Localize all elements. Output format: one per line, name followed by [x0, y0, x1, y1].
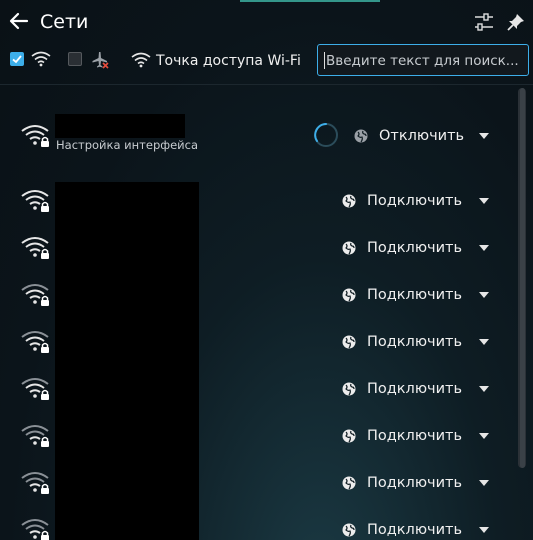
hotspot-icon — [131, 52, 151, 68]
airplane-mode-checkbox[interactable] — [68, 52, 82, 66]
scrollbar-handle[interactable] — [520, 88, 525, 468]
divider — [0, 84, 533, 85]
connect-button[interactable]: Подключить — [342, 473, 462, 493]
spinner-icon — [314, 123, 338, 147]
chevron-down-icon[interactable] — [479, 133, 489, 139]
network-row[interactable]: Подключить — [0, 506, 514, 540]
wifi-locked-icon — [21, 237, 49, 259]
chevron-down-icon[interactable] — [479, 386, 489, 392]
connect-button[interactable]: Подключить — [342, 238, 462, 258]
disconnect-button[interactable]: Отключить — [354, 126, 464, 146]
network-row[interactable]: Подключить — [0, 224, 514, 271]
arrow-left-icon[interactable] — [8, 10, 30, 32]
wifi-locked-icon — [21, 378, 49, 400]
network-row[interactable]: Подключить — [0, 177, 514, 224]
chevron-down-icon[interactable] — [479, 433, 489, 439]
globe-icon — [342, 288, 356, 302]
globe-icon — [342, 523, 356, 537]
wifi-locked-icon — [21, 190, 49, 212]
connect-button[interactable]: Подключить — [342, 379, 462, 399]
pin-icon[interactable] — [505, 11, 527, 33]
connect-button[interactable]: Подключить — [342, 520, 462, 540]
network-row-connecting[interactable]: Настройка интерфейса Отключить — [0, 108, 514, 168]
configure-sliders-icon[interactable] — [473, 11, 495, 33]
chevron-down-icon[interactable] — [479, 480, 489, 486]
redacted-network-name — [55, 114, 185, 138]
airplane-mode-icon — [92, 52, 109, 69]
connect-button[interactable]: Подключить — [342, 285, 462, 305]
connect-label: Подключить — [367, 334, 463, 350]
network-row[interactable]: Подключить — [0, 318, 514, 365]
wifi-locked-icon — [21, 331, 49, 353]
connect-label: Подключить — [367, 428, 463, 444]
wifi-locked-icon — [21, 125, 49, 147]
connect-button[interactable]: Подключить — [342, 191, 462, 211]
disconnect-label: Отключить — [379, 128, 465, 144]
chevron-down-icon[interactable] — [479, 339, 489, 345]
connect-button[interactable]: Подключить — [342, 332, 462, 352]
connect-button[interactable]: Подключить — [342, 426, 462, 446]
globe-icon — [342, 476, 356, 490]
network-status-label: Настройка интерфейса — [56, 138, 198, 152]
wifi-locked-icon — [21, 519, 49, 540]
globe-icon — [342, 241, 356, 255]
hotspot-button[interactable]: Точка доступа Wi-Fi — [156, 52, 301, 70]
connect-label: Подключить — [367, 381, 463, 397]
wifi-enabled-checkbox[interactable] — [10, 52, 24, 66]
connect-label: Подключить — [367, 193, 463, 209]
connect-label: Подключить — [367, 522, 463, 538]
connect-label: Подключить — [367, 240, 463, 256]
header: Сети — [0, 0, 533, 44]
chevron-down-icon[interactable] — [479, 245, 489, 251]
network-list: Настройка интерфейса Отключить Подключит… — [0, 86, 514, 540]
chevron-down-icon[interactable] — [479, 292, 489, 298]
network-row[interactable]: Подключить — [0, 459, 514, 506]
connect-label: Подключить — [367, 287, 463, 303]
globe-icon — [342, 429, 356, 443]
wifi-icon — [31, 51, 51, 67]
network-row[interactable]: Подключить — [0, 365, 514, 412]
globe-icon — [342, 335, 356, 349]
wifi-locked-icon — [21, 284, 49, 306]
page-title: Сети — [40, 11, 89, 33]
globe-icon — [342, 382, 356, 396]
chevron-down-icon[interactable] — [479, 527, 489, 533]
chevron-down-icon[interactable] — [479, 198, 489, 204]
network-row[interactable]: Подключить — [0, 271, 514, 318]
wifi-locked-icon — [21, 425, 49, 447]
network-row[interactable]: Подключить — [0, 412, 514, 459]
search-field[interactable] — [317, 44, 529, 76]
search-input[interactable] — [324, 51, 526, 71]
globe-icon — [342, 194, 356, 208]
wifi-locked-icon — [21, 472, 49, 494]
globe-icon — [354, 129, 368, 143]
check-icon — [12, 55, 22, 64]
connect-label: Подключить — [367, 475, 463, 491]
